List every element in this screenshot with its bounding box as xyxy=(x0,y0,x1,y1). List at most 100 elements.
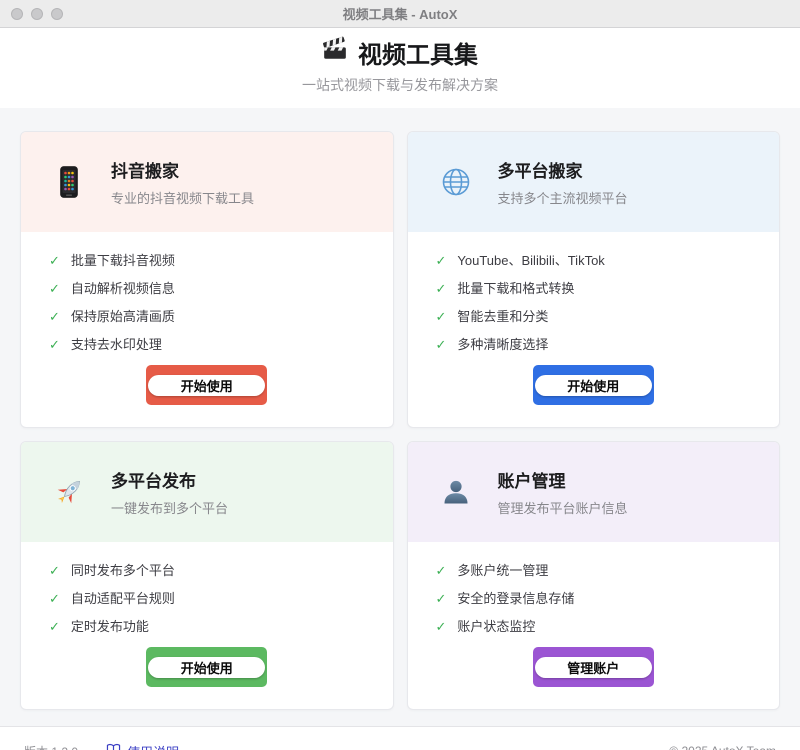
feature-list: ✓ 多账户统一管理 ✓ 安全的登录信息存储 ✓ 账户状态监控 xyxy=(408,542,780,647)
footer-separator: · xyxy=(90,744,94,750)
app-window: 视频工具集 - AutoX 视频工具集 xyxy=(0,0,800,750)
page-title-text: 视频工具集 xyxy=(358,35,478,70)
feature-text: 同时发布多个平台 xyxy=(71,563,175,578)
feature-text: 支持去水印处理 xyxy=(71,337,162,352)
card-publish-heading: 多平台发布 一键发布到多个平台 xyxy=(111,467,228,517)
feature-text: 自动适配平台规则 xyxy=(71,591,175,606)
phone-icon xyxy=(49,162,89,202)
card-douyin-header: 抖音搬家 专业的抖音视频下载工具 xyxy=(21,132,393,232)
list-item: ✓ 账户状态监控 xyxy=(436,619,752,634)
rocket-icon xyxy=(49,472,89,512)
list-item: ✓多种清晰度选择 xyxy=(436,337,752,352)
traffic-lights xyxy=(11,8,63,20)
feature-text: 账户状态监控 xyxy=(457,619,535,634)
page-title: 视频工具集 xyxy=(0,35,800,70)
user-icon xyxy=(436,472,476,512)
check-icon: ✓ xyxy=(49,253,60,268)
minimize-window-button[interactable] xyxy=(31,8,43,20)
clapperboard-icon xyxy=(322,36,348,69)
card-multiplatform-download-heading: 多平台搬家 支持多个主流视频平台 xyxy=(498,157,628,207)
list-item: ✓ 自动适配平台规则 xyxy=(49,591,365,606)
check-icon: ✓ xyxy=(436,619,447,634)
copyright: © 2025 AutoX Team xyxy=(669,744,776,750)
footer: 版本 1.2.0 · 使用说明 © 2025 AutoX Team xyxy=(0,726,800,750)
card-douyin-heading: 抖音搬家 专业的抖音视频下载工具 xyxy=(111,157,254,207)
card-title: 多平台搬家 xyxy=(498,157,628,182)
button-row: 开始使用 xyxy=(21,365,393,427)
list-item: ✓ 安全的登录信息存储 xyxy=(436,591,752,606)
feature-list: ✓ 同时发布多个平台 ✓ 自动适配平台规则 ✓ 定时发布功能 xyxy=(21,542,393,647)
douyin-start-button[interactable]: 开始使用 xyxy=(146,365,267,405)
list-item: ✓ 同时发布多个平台 xyxy=(49,563,365,578)
button-label: 开始使用 xyxy=(148,657,265,678)
zoom-window-button[interactable] xyxy=(51,8,63,20)
button-row: 开始使用 xyxy=(408,365,780,427)
list-item: ✓ 自动解析视频信息 xyxy=(49,281,365,296)
card-multiplatform-download: 多平台搬家 支持多个主流视频平台 ✓ YouTube、Bilibili、TikTo… xyxy=(407,131,781,428)
feature-text: 安全的登录信息存储 xyxy=(457,591,574,606)
card-douyin: 抖音搬家 专业的抖音视频下载工具 ✓ 批量下载抖音视频 ✓ 自动解析视频信息 ✓ 保持… xyxy=(20,131,394,428)
footer-left: 版本 1.2.0 · 使用说明 xyxy=(24,742,179,750)
list-item: ✓ 智能去重和分类 xyxy=(436,309,752,324)
check-icon: ✓ xyxy=(436,309,447,324)
card-subtitle: 支持多个主流视频平台 xyxy=(498,188,628,207)
check-icon: ✓ xyxy=(49,563,60,578)
feature-text: YouTube、Bilibili、TikTok xyxy=(457,253,604,268)
card-title: 多平台发布 xyxy=(111,467,228,492)
button-label: 管理账户 xyxy=(535,657,652,678)
card-grid: 抖音搬家 专业的抖音视频下载工具 ✓ 批量下载抖音视频 ✓ 自动解析视频信息 ✓ 保持… xyxy=(20,131,780,710)
page-subtitle: 一站式视频下载与发布解决方案 xyxy=(0,75,800,95)
feature-list: ✓ YouTube、Bilibili、TikTok ✓ 批量下载和格式转换 ✓ 智能去… xyxy=(408,232,780,365)
button-row: 开始使用 xyxy=(21,647,393,709)
titlebar: 视频工具集 - AutoX xyxy=(0,0,800,28)
check-icon: ✓ xyxy=(436,591,447,606)
button-label: 开始使用 xyxy=(148,375,265,396)
feature-text: 自动解析视频信息 xyxy=(71,281,175,296)
list-item: ✓ 保持原始高清画质 xyxy=(49,309,365,324)
list-item: ✓ 多账户统一管理 xyxy=(436,563,752,578)
feature-text: 批量下载抖音视频 xyxy=(71,253,175,268)
list-item: ✓ YouTube、Bilibili、TikTok xyxy=(436,253,752,268)
button-label: 开始使用 xyxy=(535,375,652,396)
help-link[interactable]: 使用说明 xyxy=(106,742,179,750)
feature-text: 多账户统一管理 xyxy=(457,563,548,578)
version-label: 版本 1.2.0 xyxy=(24,743,78,750)
close-window-button[interactable] xyxy=(11,8,23,20)
card-accounts-heading: 账户管理 管理发布平台账户信息 xyxy=(498,467,628,517)
card-subtitle: 专业的抖音视频下载工具 xyxy=(111,188,254,207)
card-publish: 多平台发布 一键发布到多个平台 ✓ 同时发布多个平台 ✓ 自动适配平台规则 ✓ 定时发… xyxy=(20,441,394,710)
check-icon: ✓ xyxy=(49,337,60,352)
card-subtitle: 一键发布到多个平台 xyxy=(111,498,228,517)
check-icon: ✓ xyxy=(436,563,447,578)
button-row: 管理账户 xyxy=(408,647,780,709)
feature-list: ✓ 批量下载抖音视频 ✓ 自动解析视频信息 ✓ 保持原始高清画质 ✓ 支持去水印处理 xyxy=(21,232,393,365)
help-link-label: 使用说明 xyxy=(127,742,179,750)
main-content: 抖音搬家 专业的抖音视频下载工具 ✓ 批量下载抖音视频 ✓ 自动解析视频信息 ✓ 保持… xyxy=(0,108,800,726)
card-accounts-header: 账户管理 管理发布平台账户信息 xyxy=(408,442,780,542)
publish-start-button[interactable]: 开始使用 xyxy=(146,647,267,687)
list-item: ✓ 支持去水印处理 xyxy=(49,337,365,352)
feature-text: 定时发布功能 xyxy=(71,619,149,634)
card-title: 账户管理 xyxy=(498,467,628,492)
list-item: ✓ 批量下载和格式转换 xyxy=(436,281,752,296)
feature-text: 保持原始高清画质 xyxy=(71,309,175,324)
list-item: ✓ 批量下载抖音视频 xyxy=(49,253,365,268)
card-subtitle: 管理发布平台账户信息 xyxy=(498,498,628,517)
check-icon: ✓ xyxy=(49,309,60,324)
check-icon: ✓ xyxy=(49,591,60,606)
check-icon: ✓ xyxy=(436,253,447,268)
feature-text: 智能去重和分类 xyxy=(457,309,548,324)
app-header: 视频工具集 一站式视频下载与发布解决方案 xyxy=(0,28,800,108)
feature-text: 多种清晰度选择 xyxy=(457,337,548,352)
check-icon: ✓ xyxy=(436,281,447,296)
window-title: 视频工具集 - AutoX xyxy=(0,4,800,23)
feature-text: 批量下载和格式转换 xyxy=(457,281,574,296)
manage-accounts-button[interactable]: 管理账户 xyxy=(533,647,654,687)
check-icon: ✓ xyxy=(49,619,60,634)
globe-icon xyxy=(436,162,476,202)
list-item: ✓ 定时发布功能 xyxy=(49,619,365,634)
check-icon: ✓ xyxy=(49,281,60,296)
card-accounts: 账户管理 管理发布平台账户信息 ✓ 多账户统一管理 ✓ 安全的登录信息存储 ✓ 账户状… xyxy=(407,441,781,710)
card-publish-header: 多平台发布 一键发布到多个平台 xyxy=(21,442,393,542)
multiplatform-start-button[interactable]: 开始使用 xyxy=(533,365,654,405)
